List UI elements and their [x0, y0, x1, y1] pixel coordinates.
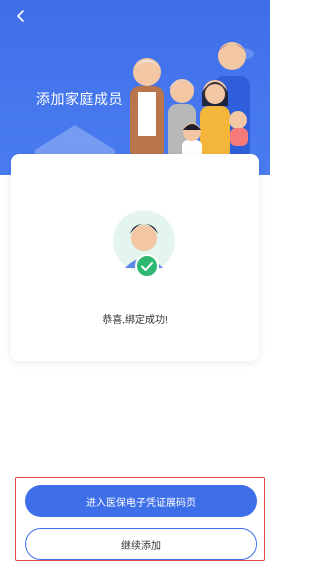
header-banner: 添加家庭成员 [0, 0, 270, 175]
avatar [111, 208, 177, 278]
check-circle-icon [135, 254, 159, 278]
enter-e-certificate-button[interactable]: 进入医保电子凭证展码页 [25, 485, 257, 517]
page-title: 添加家庭成员 [36, 91, 123, 107]
family-illustration [130, 42, 254, 160]
success-card: 恭喜,绑定成功! [11, 154, 259, 361]
success-message: 恭喜,绑定成功! [102, 315, 168, 326]
back-button[interactable] [10, 6, 32, 28]
chevron-left-icon [16, 10, 24, 22]
continue-adding-button[interactable]: 继续添加 [25, 528, 257, 560]
action-area: 进入医保电子凭证展码页 继续添加 [15, 477, 265, 561]
